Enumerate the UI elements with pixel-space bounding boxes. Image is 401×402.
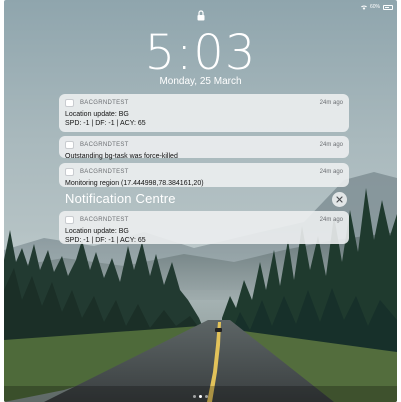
notification-line: Location update: BG: [65, 111, 129, 118]
notification-app-name: BACGRNDTEST: [80, 169, 129, 175]
clock-time: 5:03: [144, 25, 257, 81]
notification-centre-clear-button[interactable]: [332, 192, 347, 207]
notification-centre-title: Notification Centre: [65, 191, 176, 206]
lock-screen: 60% 5:03 Monday, 25 March BACGRNDTEST 24…: [0, 0, 401, 402]
notification-time: 24m ago: [319, 217, 343, 223]
notification-header: BACGRNDTEST 24m ago: [65, 98, 343, 108]
notification-card[interactable]: BACGRNDTEST 24m ago Location update: BG …: [59, 94, 349, 132]
notification-header: BACGRNDTEST 24m ago: [65, 140, 343, 150]
close-icon: [336, 196, 343, 203]
lock-icon: [197, 10, 205, 21]
notification-app-name: BACGRNDTEST: [80, 142, 129, 148]
page-dot-active: [199, 395, 202, 398]
battery-icon: [383, 4, 393, 10]
notification-line: Monitoring region (17.444998,78.384161,2…: [65, 180, 204, 187]
notification-line: Location update: BG: [65, 228, 129, 235]
notification-time: 24m ago: [319, 100, 343, 106]
wifi-icon: [360, 5, 367, 10]
notification-header: BACGRNDTEST 24m ago: [65, 215, 343, 225]
app-icon: [65, 141, 74, 149]
notification-line: SPD: -1 | DF: -1 | ACY: 65: [65, 120, 146, 127]
status-bar: 60%: [360, 3, 393, 11]
app-icon: [65, 99, 74, 107]
notification-body: Monitoring region (17.444998,78.384161,2…: [65, 179, 343, 188]
notification-app-name: BACGRNDTEST: [80, 100, 129, 106]
page-indicator[interactable]: [0, 395, 401, 398]
notification-time: 24m ago: [319, 142, 343, 148]
notification-line: SPD: -1 | DF: -1 | ACY: 65: [65, 237, 146, 244]
notification-card[interactable]: BACGRNDTEST 24m ago Outstanding bg-task …: [59, 136, 349, 161]
page-dot: [205, 395, 208, 398]
notification-body: Location update: BG SPD: -1 | DF: -1 | A…: [65, 227, 343, 245]
page-dot: [193, 395, 196, 398]
notification-body: Outstanding bg-task was force-killed: [65, 152, 343, 161]
clock-date: Monday, 25 March: [159, 76, 242, 87]
notification-body: Location update: BG SPD: -1 | DF: -1 | A…: [65, 110, 343, 128]
battery-text: 60%: [369, 4, 380, 10]
app-icon: [65, 168, 74, 176]
notification-card[interactable]: BACGRNDTEST 24m ago Location update: BG …: [59, 211, 349, 244]
notification-line: Outstanding bg-task was force-killed: [65, 153, 178, 160]
notification-card[interactable]: BACGRNDTEST 24m ago Monitoring region (1…: [59, 163, 349, 187]
notification-header: BACGRNDTEST 24m ago: [65, 167, 343, 177]
notification-time: 24m ago: [319, 169, 343, 175]
app-icon: [65, 216, 74, 224]
notification-app-name: BACGRNDTEST: [80, 217, 129, 223]
